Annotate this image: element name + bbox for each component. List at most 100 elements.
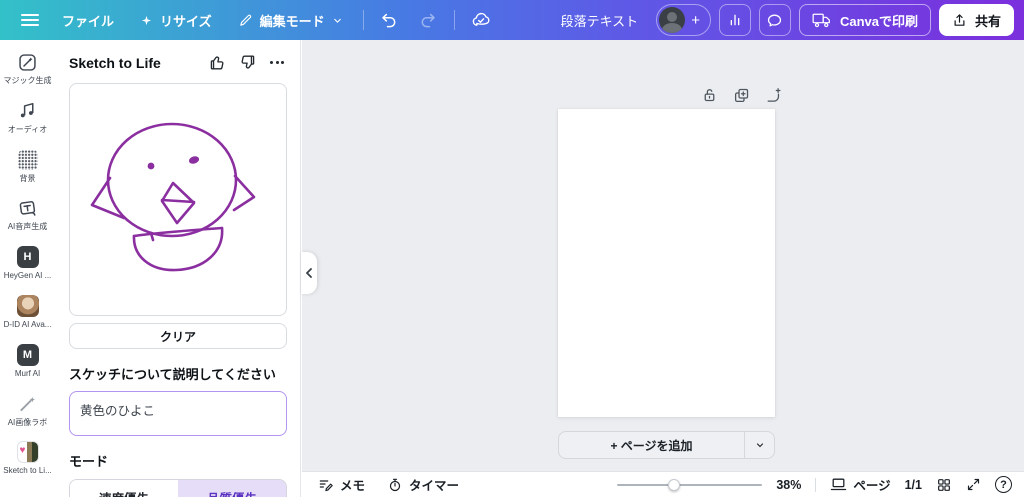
timer-icon <box>389 478 401 491</box>
zoom-slider-track <box>617 483 763 486</box>
resize-button[interactable]: リサイズ <box>130 5 222 36</box>
prompt-input[interactable]: 黄色のひよこ <box>69 391 287 436</box>
page-tools <box>700 86 782 104</box>
clear-button[interactable]: クリア <box>69 323 287 349</box>
did-avatar-icon <box>16 294 40 318</box>
truck-icon <box>812 13 830 28</box>
notes-icon <box>319 479 333 491</box>
canva-editor: ファイル リサイズ 編集モード 段落テキスト + Canvaで印刷 共有 マジッ… <box>0 0 1024 497</box>
bar-chart-icon <box>730 14 740 26</box>
sidebar-item-label: AI音声生成 <box>7 222 48 232</box>
print-with-canva-button[interactable]: Canvaで印刷 <box>798 4 931 36</box>
murf-icon: M <box>16 343 40 367</box>
panel-title: Sketch to Life <box>69 54 161 71</box>
status-bar: メモ タイマー 38% ページ 1/1 ? <box>302 471 1024 497</box>
sidebar-item-label: Sketch to Li... <box>3 466 52 476</box>
undo-icon[interactable] <box>374 4 406 36</box>
document-title[interactable]: 段落テキスト <box>561 11 639 30</box>
comments-button[interactable] <box>758 4 791 36</box>
design-canvas-area[interactable]: + ページを追加 メモ タイマー 38% ページ 1/1 ? <box>302 40 1024 497</box>
sidebar-item-sketch-to-life[interactable]: Sketch to Li... <box>0 440 55 476</box>
add-page-label: + ページを追加 <box>610 438 693 453</box>
design-page[interactable] <box>558 109 775 417</box>
add-page-dropdown[interactable] <box>744 432 774 458</box>
sidebar-item-label: オーディオ <box>7 124 48 134</box>
fullscreen-icon[interactable] <box>966 477 981 492</box>
mode-toggle: 速度優先 品質優先 <box>69 479 287 497</box>
sparkle-icon <box>141 15 152 25</box>
laptop-icon <box>831 478 847 491</box>
sketch-to-life-panel: Sketch to Life クリア スケッチについて説明してください 黄色のひ… <box>55 40 301 497</box>
prompt-label: スケッチについて説明してください <box>69 367 276 382</box>
sidebar-item-background[interactable]: 背景 <box>0 148 55 184</box>
mode-label: モード <box>69 454 109 469</box>
app-rail: マジック生成 オーディオ 背景 AI音声生成 H HeyGen AI ... D… <box>0 40 55 497</box>
zoom-value: 38% <box>776 477 802 492</box>
sidebar-item-did-avatar[interactable]: D-ID AI Ava... <box>0 294 55 330</box>
user-avatar <box>659 7 686 33</box>
sidebar-item-ai-voice[interactable]: AI音声生成 <box>0 196 55 232</box>
hamburger-menu-icon[interactable] <box>14 4 46 36</box>
help-button[interactable]: ? <box>995 476 1012 493</box>
add-page-button: + ページを追加 <box>558 431 775 459</box>
sidebar-item-heygen[interactable]: H HeyGen AI ... <box>0 245 55 281</box>
file-menu-label: ファイル <box>62 13 115 29</box>
notes-label: メモ <box>340 479 366 493</box>
sidebar-item-label: D-ID AI Ava... <box>3 319 52 329</box>
ai-voice-icon <box>16 196 40 220</box>
cloud-saved-icon <box>465 4 497 36</box>
pages-label: ページ <box>853 479 891 493</box>
chevron-down-icon <box>333 18 341 23</box>
chevron-down-icon <box>756 443 763 448</box>
share-icon <box>954 13 965 26</box>
sketch-to-life-icon <box>16 440 40 464</box>
clear-button-label: クリア <box>159 329 196 344</box>
notes-button[interactable]: メモ <box>318 475 365 494</box>
chick-sketch-drawing <box>90 122 256 272</box>
ai-image-lab-icon <box>16 392 40 416</box>
share-button-label: 共有 <box>974 13 1001 29</box>
timer-button[interactable]: タイマー <box>387 475 459 494</box>
mode-option-quality[interactable]: 品質優先 <box>178 480 286 497</box>
duplicate-page-icon[interactable] <box>732 86 750 104</box>
edit-mode-button[interactable]: 編集モード <box>228 5 353 36</box>
sidebar-item-audio[interactable]: オーディオ <box>0 99 55 135</box>
thumbs-up-icon[interactable] <box>208 53 227 72</box>
mode-option-speed[interactable]: 速度優先 <box>70 480 178 497</box>
thumbs-down-icon[interactable] <box>238 53 257 72</box>
top-toolbar: ファイル リサイズ 編集モード 段落テキスト + Canvaで印刷 共有 <box>0 0 1024 40</box>
magic-generate-icon <box>16 50 40 74</box>
print-button-label: Canvaで印刷 <box>839 13 918 29</box>
grid-view-icon[interactable] <box>936 477 952 493</box>
file-menu[interactable]: ファイル <box>52 5 124 36</box>
insights-chart-button[interactable] <box>718 4 751 36</box>
zoom-slider-handle[interactable] <box>668 478 681 491</box>
plus-icon: + <box>691 11 700 29</box>
unlock-icon[interactable] <box>700 86 718 104</box>
sidebar-item-magic-generate[interactable]: マジック生成 <box>0 50 55 86</box>
pages-view-button[interactable]: ページ <box>830 475 891 494</box>
resize-button-label: リサイズ <box>160 13 212 29</box>
sidebar-item-ai-image-lab[interactable]: AI画像ラボ <box>0 392 55 428</box>
sidebar-item-label: AI画像ラボ <box>7 417 48 427</box>
zoom-slider[interactable] <box>617 478 763 492</box>
toolbar-divider <box>362 10 364 30</box>
background-icon <box>16 148 40 172</box>
help-label: ? <box>1000 478 1007 491</box>
add-page-main[interactable]: + ページを追加 <box>559 432 744 458</box>
sidebar-item-label: 背景 <box>19 173 36 183</box>
statusbar-divider <box>815 477 817 492</box>
share-button[interactable]: 共有 <box>938 4 1014 36</box>
more-options-icon[interactable] <box>268 59 286 66</box>
panel-collapse-handle[interactable] <box>301 252 317 294</box>
timer-label: タイマー <box>409 479 460 493</box>
sidebar-item-murf[interactable]: M Murf AI <box>0 343 55 379</box>
add-member-button[interactable]: + <box>656 4 711 36</box>
sidebar-item-label: HeyGen AI ... <box>3 271 52 281</box>
sketch-canvas[interactable] <box>69 83 287 316</box>
edit-mode-label: 編集モード <box>259 13 325 29</box>
add-page-icon[interactable] <box>764 86 782 104</box>
pencil-icon <box>239 14 251 26</box>
panel-header: Sketch to Life <box>69 53 286 72</box>
heygen-icon: H <box>16 245 40 269</box>
